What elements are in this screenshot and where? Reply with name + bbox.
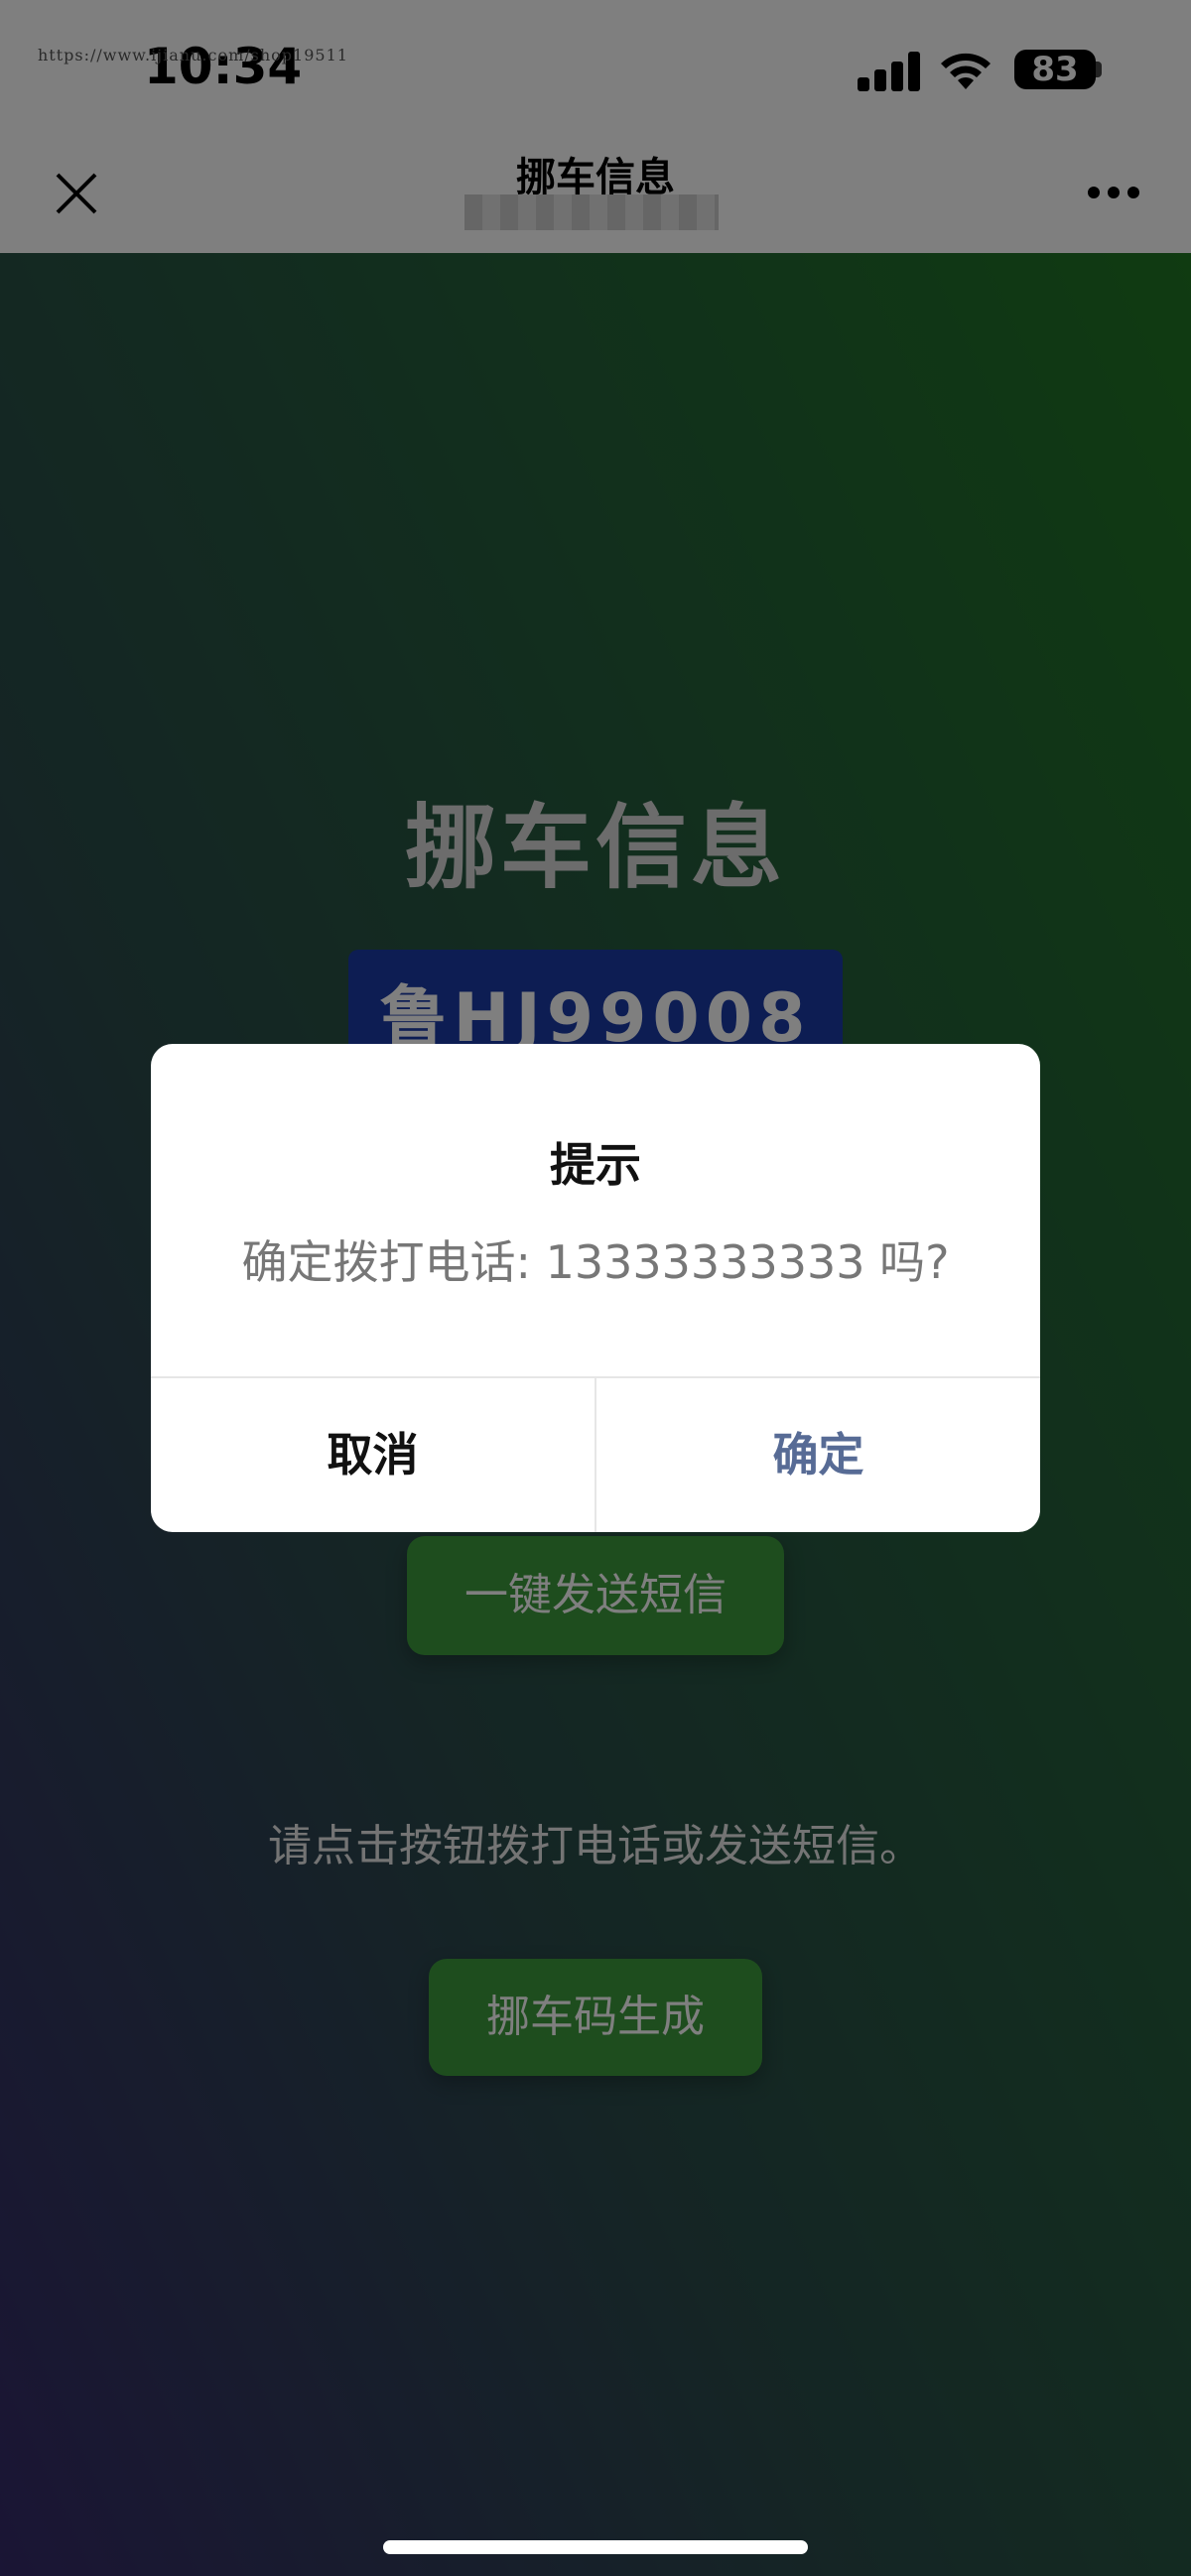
confirm-button[interactable]: 确定 xyxy=(596,1378,1040,1532)
dialog-message: 确定拨打电话: 13333333333 吗? xyxy=(241,1235,950,1289)
confirm-dialog: 提示 确定拨打电话: 13333333333 吗? 取消 确定 xyxy=(151,1044,1040,1532)
dialog-title: 提示 xyxy=(550,1138,641,1192)
home-indicator[interactable] xyxy=(383,2540,808,2554)
cancel-button[interactable]: 取消 xyxy=(151,1378,595,1532)
